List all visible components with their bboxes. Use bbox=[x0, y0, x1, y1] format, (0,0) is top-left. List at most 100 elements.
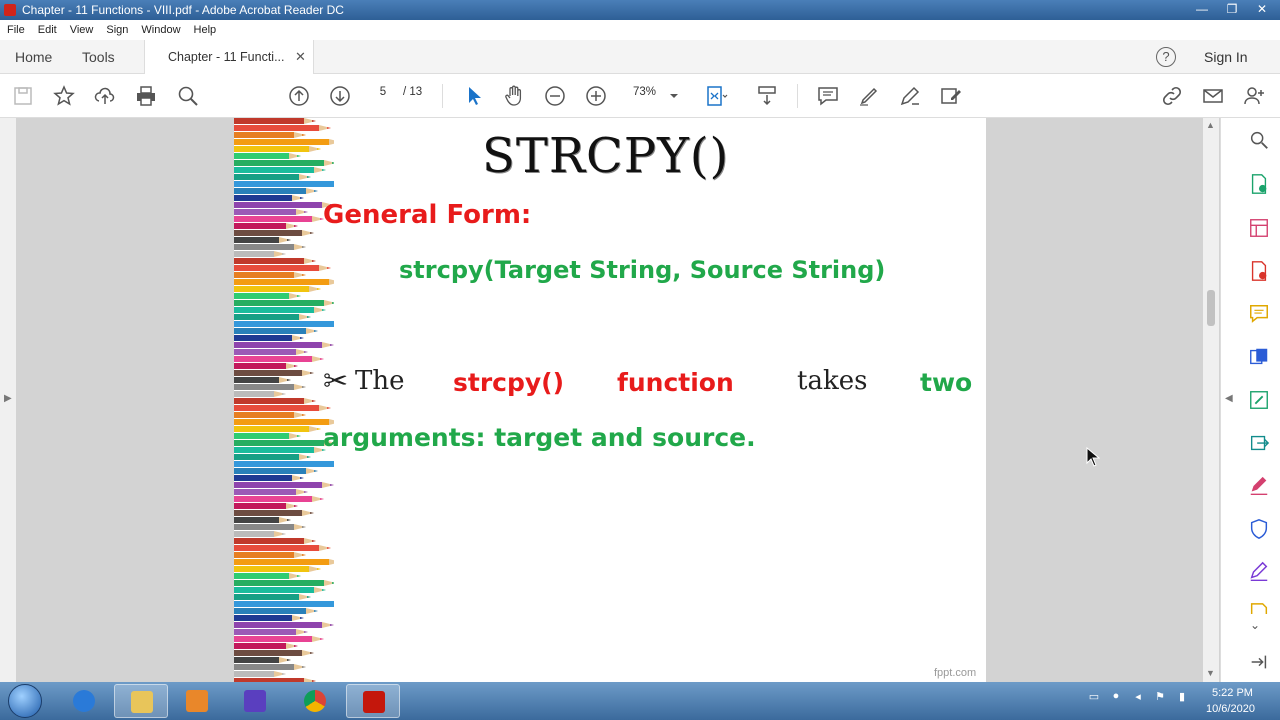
panel-scroll-down-icon[interactable]: ⌄ bbox=[1250, 618, 1266, 634]
close-tab-icon[interactable]: ✕ bbox=[295, 49, 306, 65]
pencil-lead bbox=[317, 288, 321, 290]
pencil-lead bbox=[302, 134, 306, 136]
add-user-icon[interactable] bbox=[1242, 84, 1266, 108]
ie-icon bbox=[73, 690, 95, 712]
tab-home[interactable]: Home bbox=[15, 49, 52, 65]
pencil-body bbox=[234, 356, 312, 362]
highlight-icon[interactable] bbox=[857, 84, 881, 108]
pencil-lead bbox=[307, 456, 311, 458]
taskbar-explorer[interactable] bbox=[114, 684, 168, 718]
sign-in-button[interactable]: Sign In bbox=[1204, 49, 1248, 65]
pencil-lead bbox=[310, 372, 314, 374]
pencil-lead bbox=[287, 239, 291, 241]
pencil-body bbox=[234, 314, 299, 320]
taskbar-ie[interactable] bbox=[57, 684, 111, 718]
taskbar-acrobat[interactable] bbox=[346, 684, 400, 718]
pencil-body bbox=[234, 244, 294, 250]
share-edit-icon[interactable] bbox=[939, 84, 963, 108]
folder-icon bbox=[131, 691, 153, 713]
menu-edit[interactable]: Edit bbox=[38, 24, 57, 36]
pencil-lead bbox=[302, 246, 306, 248]
send-review-icon[interactable] bbox=[1248, 432, 1270, 454]
taskbar-chrome[interactable] bbox=[288, 684, 342, 718]
chrome-icon bbox=[304, 690, 326, 712]
close-window-button[interactable]: ✕ bbox=[1248, 0, 1276, 18]
combine-files-icon[interactable] bbox=[1248, 346, 1270, 368]
maximize-button[interactable]: ❐ bbox=[1218, 0, 1246, 18]
link-icon[interactable] bbox=[1160, 84, 1184, 108]
tray-network-icon[interactable]: ▮ bbox=[1174, 690, 1190, 706]
pencil-body bbox=[234, 657, 279, 663]
zoom-level-input[interactable]: 73% bbox=[633, 86, 656, 98]
sign-icon[interactable] bbox=[898, 84, 922, 108]
more-tools-icon[interactable] bbox=[1248, 602, 1270, 614]
clock-time[interactable]: 5:22 PM bbox=[1212, 687, 1253, 699]
zoom-dropdown-icon[interactable] bbox=[662, 84, 680, 108]
menu-help[interactable]: Help bbox=[194, 24, 217, 36]
clock-date[interactable]: 10/6/2020 bbox=[1206, 703, 1255, 715]
scrollbar-thumb[interactable] bbox=[1207, 290, 1215, 326]
pencil-body bbox=[234, 671, 274, 677]
certificates-icon[interactable] bbox=[1248, 561, 1270, 583]
protect-icon[interactable] bbox=[1248, 518, 1270, 540]
create-pdf-icon[interactable] bbox=[1248, 260, 1270, 282]
menu-sign[interactable]: Sign bbox=[106, 24, 128, 36]
pencil-lead bbox=[300, 617, 304, 619]
export-pdf-icon[interactable] bbox=[1248, 173, 1270, 195]
window-title: Chapter - 11 Functions - VIII.pdf - Adob… bbox=[22, 3, 344, 17]
select-arrow-icon[interactable] bbox=[462, 84, 486, 108]
tab-tools[interactable]: Tools bbox=[82, 49, 115, 65]
tray-flag-icon[interactable]: ⚑ bbox=[1152, 690, 1168, 706]
fill-sign-icon[interactable] bbox=[1248, 475, 1270, 497]
upload-icon[interactable] bbox=[93, 84, 117, 108]
zoom-out-icon[interactable] bbox=[543, 84, 567, 108]
search-icon[interactable] bbox=[176, 84, 200, 108]
print-icon[interactable] bbox=[134, 84, 158, 108]
menu-file[interactable]: File bbox=[7, 24, 25, 36]
tray-volume-icon[interactable]: ◂ bbox=[1130, 690, 1146, 706]
star-icon[interactable] bbox=[52, 84, 76, 108]
scroll-down-icon[interactable]: ▼ bbox=[1206, 668, 1215, 678]
left-panel-expand-icon[interactable]: ▶ bbox=[4, 393, 12, 404]
organize-pages-icon[interactable] bbox=[1248, 217, 1270, 239]
pencil-lead bbox=[320, 358, 324, 360]
tray-keyboard-icon[interactable]: ▭ bbox=[1086, 690, 1102, 706]
fit-page-icon[interactable] bbox=[704, 84, 728, 108]
search-tool-icon[interactable] bbox=[1248, 129, 1270, 151]
page-number-input[interactable]: 5 bbox=[372, 86, 394, 98]
hand-icon[interactable] bbox=[502, 84, 526, 108]
edit-pdf-icon[interactable] bbox=[1248, 389, 1270, 411]
next-page-icon[interactable] bbox=[328, 84, 352, 108]
word-strcpy: strcpy() bbox=[453, 368, 565, 397]
collapse-panel-icon[interactable] bbox=[1248, 651, 1267, 669]
right-panel-collapse-icon[interactable]: ◀ bbox=[1225, 393, 1233, 404]
menu-view[interactable]: View bbox=[70, 24, 94, 36]
tray-app-icon[interactable]: ● bbox=[1108, 690, 1124, 706]
title-bar: Chapter - 11 Functions - VIII.pdf - Adob… bbox=[0, 0, 1280, 20]
pencil-body bbox=[234, 307, 314, 313]
taskbar-recorder[interactable] bbox=[228, 684, 282, 718]
scroll-up-icon[interactable]: ▲ bbox=[1206, 120, 1215, 130]
comment-icon[interactable] bbox=[816, 84, 840, 108]
pencil-lead bbox=[297, 575, 301, 577]
mail-icon[interactable] bbox=[1201, 84, 1225, 108]
prev-page-icon[interactable] bbox=[287, 84, 311, 108]
vertical-scrollbar[interactable]: ▲ ▼ bbox=[1203, 118, 1219, 682]
pencil-lead bbox=[294, 365, 298, 367]
pencil-body bbox=[234, 377, 279, 383]
start-button[interactable] bbox=[8, 684, 42, 718]
save-icon[interactable] bbox=[11, 84, 35, 108]
menu-window[interactable]: Window bbox=[141, 24, 180, 36]
help-icon[interactable]: ? bbox=[1156, 47, 1176, 67]
taskbar-media[interactable] bbox=[170, 684, 224, 718]
scissors-bullet-icon: ✂ bbox=[323, 365, 349, 398]
tab-document[interactable]: Chapter - 11 Functi... ✕ bbox=[144, 40, 314, 74]
zoom-in-icon[interactable] bbox=[584, 84, 608, 108]
minimize-button[interactable]: — bbox=[1188, 0, 1216, 18]
pencil-lead bbox=[302, 666, 306, 668]
scroll-mode-icon[interactable] bbox=[755, 84, 779, 108]
pencil-lead bbox=[302, 414, 306, 416]
pencil-lead bbox=[304, 631, 308, 633]
comment-tool-icon[interactable] bbox=[1248, 303, 1270, 325]
taskbar: ▭ ● ◂ ⚑ ▮ 5:22 PM 10/6/2020 bbox=[0, 682, 1280, 720]
